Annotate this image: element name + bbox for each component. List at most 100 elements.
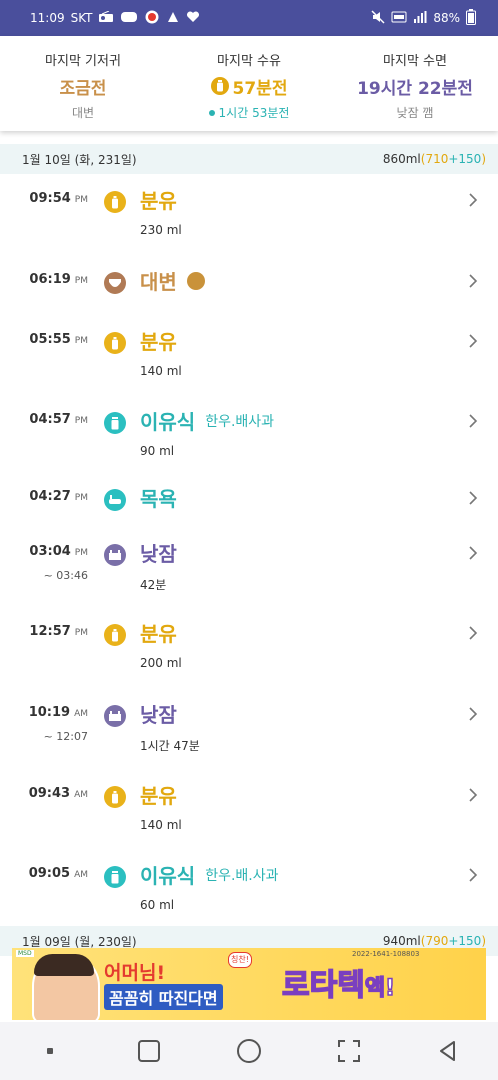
- battery-icon: [466, 8, 476, 28]
- record-detail: 200 ml: [140, 656, 182, 670]
- chevron-right-icon[interactable]: [468, 273, 478, 293]
- record-title: 이유식 한우.배.사과: [140, 864, 279, 888]
- record-time: 09:54 PM: [29, 191, 88, 206]
- record-time: 04:27 PM: [29, 489, 88, 504]
- heart-icon: [186, 10, 200, 26]
- diaper-icon: [104, 272, 126, 294]
- record-detail: 42분: [140, 578, 167, 592]
- summary-sleep[interactable]: 마지막 수면 19시간 22분전 낮잠 깸: [332, 36, 498, 131]
- chevron-right-icon[interactable]: [468, 706, 478, 726]
- record-subtitle: 한우.배.사과: [205, 867, 279, 884]
- record-time: 04:57 PM: [29, 412, 88, 427]
- battery-percent: 88%: [433, 11, 460, 25]
- record-time: 12:57 PM: [29, 624, 88, 639]
- baby-food-icon: [104, 412, 126, 434]
- chevron-right-icon[interactable]: [468, 333, 478, 353]
- record-title: 이유식 한우.배사과: [140, 410, 275, 434]
- signal-icon: [413, 10, 427, 27]
- circle-icon: [236, 1039, 261, 1063]
- ad-brand: 로타텍액!: [281, 967, 396, 1004]
- screenshot-button[interactable]: [329, 1031, 369, 1071]
- record-row[interactable]: 10:19 AM ~ 12:07 낮잠 1시간 47분: [0, 690, 498, 770]
- record-row[interactable]: 03:04 PM ~ 03:46 낮잠 42분: [0, 529, 498, 609]
- summary-feed-label: 마지막 수유: [217, 54, 281, 69]
- home-button[interactable]: [229, 1031, 269, 1071]
- app-icon: [166, 10, 180, 27]
- record-title: 분유: [140, 784, 177, 808]
- menu-dot-button[interactable]: [30, 1031, 70, 1071]
- record-title: 분유: [140, 622, 177, 646]
- stool-color-icon: [186, 271, 205, 290]
- chevron-right-icon[interactable]: [468, 625, 478, 645]
- summary-panel: 마지막 기저귀 조금전 대변 마지막 수유 57분전 1시간 53분전 마지막 …: [0, 36, 498, 131]
- navigation-bar: [0, 1022, 498, 1080]
- record-title: 대변: [140, 266, 205, 295]
- sleep-icon: [104, 544, 126, 566]
- status-carrier: SKT: [70, 11, 93, 25]
- record-detail: 60 ml: [140, 898, 175, 912]
- mute-icon: [371, 9, 385, 27]
- message-icon: [120, 11, 138, 26]
- record-end-time: ~ 03:46: [43, 569, 88, 582]
- record-time: 05:55 PM: [29, 332, 88, 347]
- summary-diaper-value: 조금전: [59, 78, 107, 99]
- ad-child-hair: [34, 954, 94, 976]
- summary-diaper-sub: 대변: [71, 106, 95, 120]
- summary-sleep-value: 19시간 22분전: [357, 78, 473, 99]
- chevron-right-icon[interactable]: [468, 413, 478, 433]
- chevron-right-icon[interactable]: [468, 192, 478, 212]
- summary-diaper-label: 마지막 기저귀: [45, 54, 121, 69]
- record-detail: 140 ml: [140, 364, 182, 378]
- record-title: 낮잠: [140, 703, 177, 727]
- chevron-right-icon[interactable]: [468, 490, 478, 510]
- bathtub-icon: [104, 489, 126, 511]
- back-button[interactable]: [428, 1031, 468, 1071]
- record-title: 분유: [140, 189, 177, 213]
- record-time: 06:19 PM: [29, 272, 88, 287]
- ad-logo: MSD: [16, 950, 34, 957]
- bottle-icon: [104, 332, 126, 354]
- talk-icon: [144, 10, 160, 27]
- record-time: 03:04 PM: [29, 544, 88, 559]
- chevron-right-icon[interactable]: [468, 867, 478, 887]
- record-row[interactable]: 09:05 AM 이유식 한우.배.사과 60 ml: [0, 851, 498, 931]
- record-detail: 230 ml: [140, 223, 182, 237]
- date-header: 1월 10일 (화, 231일) 860ml(710+150): [0, 144, 498, 174]
- record-row[interactable]: 09:43 AM 분유 140 ml: [0, 771, 498, 851]
- bottle-icon: [104, 624, 126, 646]
- record-row[interactable]: 04:57 PM 이유식 한우.배사과 90 ml: [0, 397, 498, 477]
- chevron-right-icon[interactable]: [468, 787, 478, 807]
- status-time: 11:09: [30, 11, 65, 25]
- recent-apps-button[interactable]: [129, 1031, 169, 1071]
- dot-icon: [46, 1048, 53, 1054]
- back-arrow-icon: [440, 1041, 456, 1061]
- record-time: 09:43 AM: [28, 786, 88, 801]
- record-subtitle: 한우.배사과: [205, 413, 275, 430]
- record-detail: 1시간 47분: [140, 739, 200, 753]
- summary-sleep-label: 마지막 수면: [383, 54, 447, 69]
- baby-food-icon: [104, 866, 126, 888]
- record-row[interactable]: 12:57 PM 분유 200 ml: [0, 609, 498, 689]
- summary-feed-value: 57분전: [166, 74, 332, 99]
- summary-diaper[interactable]: 마지막 기저귀 조금전 대변: [0, 36, 166, 131]
- bottle-icon: [210, 77, 229, 95]
- record-row[interactable]: 09:54 PM 분유 230 ml: [0, 176, 498, 256]
- date-label: 1월 09일 (월, 230일): [22, 934, 137, 949]
- date-total: 940ml(790+150): [382, 934, 486, 948]
- date-total: 860ml(710+150): [382, 152, 486, 166]
- ad-code: 2022-1641-108803: [352, 950, 420, 958]
- record-time: 10:19 AM: [28, 705, 88, 720]
- record-time: 09:05 AM: [28, 866, 88, 881]
- bottle-icon: [104, 786, 126, 808]
- radio-icon: [98, 10, 114, 26]
- ad-banner[interactable]: MSD 어머님! 칭찬! 꼼꼼히 따진다면 2022-1641-108803 로…: [12, 948, 486, 1020]
- chevron-right-icon[interactable]: [468, 545, 478, 565]
- ad-badge: 칭찬!: [228, 952, 252, 968]
- lte-icon: [391, 10, 407, 27]
- record-detail: 140 ml: [140, 818, 182, 832]
- record-title: 분유: [140, 330, 177, 354]
- ad-subline: 꼼꼼히 따진다면: [104, 984, 223, 1010]
- record-row[interactable]: 05:55 PM 분유 140 ml: [0, 317, 498, 397]
- record-detail: 90 ml: [140, 444, 175, 458]
- summary-feed[interactable]: 마지막 수유 57분전 1시간 53분전: [166, 36, 332, 131]
